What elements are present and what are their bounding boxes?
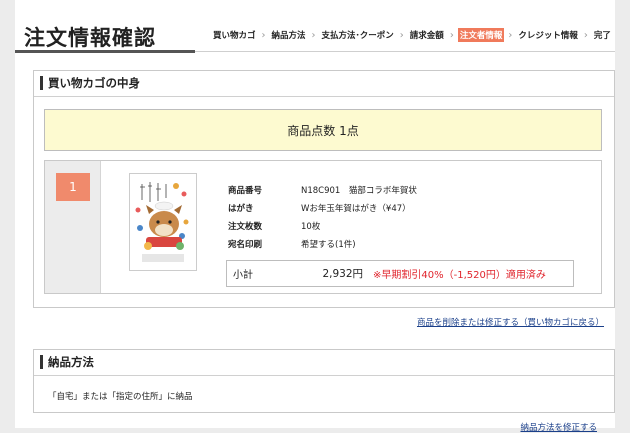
delivery-section-header: 納品方法 bbox=[34, 350, 614, 376]
header-rule bbox=[195, 51, 615, 52]
chevron-right-icon: › bbox=[311, 29, 316, 41]
detail-value: 10枚 bbox=[301, 222, 321, 232]
chevron-right-icon: › bbox=[261, 29, 266, 41]
detail-value: Wお年玉年賀はがき（¥47） bbox=[301, 204, 411, 214]
delivery-section-title: 納品方法 bbox=[48, 355, 94, 369]
detail-row-postcard: はがき Wお年玉年賀はがき（¥47） bbox=[228, 199, 417, 217]
item-number-badge: 1 bbox=[56, 173, 90, 201]
new-year-card-illustration bbox=[130, 174, 196, 270]
header-underline bbox=[15, 50, 195, 53]
subtotal-box: 小計 2,932円 ※早期割引40%（-1,520円）適用済み bbox=[226, 260, 574, 287]
cart-section: 買い物カゴの中身 商品点数 1点 1 商品番号 N18C901 猫部コラボ年賀状… bbox=[33, 70, 615, 308]
delivery-section: 納品方法 「自宅」または「指定の住所」に納品 bbox=[33, 349, 615, 413]
early-discount-note: ※早期割引40%（-1,520円）適用済み bbox=[373, 270, 546, 281]
chevron-right-icon: › bbox=[449, 29, 454, 41]
detail-label: はがき bbox=[228, 204, 254, 214]
chevron-right-icon: › bbox=[399, 29, 404, 41]
cart-section-header: 買い物カゴの中身 bbox=[34, 71, 614, 97]
detail-row-address-printing: 宛名印刷 希望する(1件) bbox=[228, 235, 417, 253]
detail-row-product-code: 商品番号 N18C901 猫部コラボ年賀状 bbox=[228, 181, 417, 199]
section-marker bbox=[40, 355, 43, 369]
edit-cart-link[interactable]: 商品を削除または修正する（買い物カゴに戻る） bbox=[417, 316, 604, 328]
cart-section-title: 買い物カゴの中身 bbox=[48, 76, 140, 90]
detail-label: 注文枚数 bbox=[228, 222, 263, 232]
step-orderer-info: 注文者情報 bbox=[457, 28, 505, 42]
page-title: 注文情報確認 bbox=[24, 26, 156, 50]
step-complete: 完了 bbox=[593, 31, 611, 41]
header: 注文情報確認 買い物カゴ › 納品方法 › 支払方法･クーポン › 請求金額 ›… bbox=[15, 14, 615, 54]
item-details: 商品番号 N18C901 猫部コラボ年賀状 はがき Wお年玉年賀はがき（¥47）… bbox=[228, 181, 417, 253]
section-marker bbox=[40, 76, 43, 90]
step-credit: クレジット情報 bbox=[518, 31, 578, 41]
detail-value: 希望する(1件) bbox=[301, 240, 356, 250]
step-payment: 支払方法･クーポン bbox=[321, 31, 394, 41]
detail-label: 宛名印刷 bbox=[228, 240, 263, 250]
detail-value: N18C901 猫部コラボ年賀状 bbox=[301, 186, 417, 196]
edit-delivery-link[interactable]: 納品方法を修正する bbox=[520, 421, 597, 433]
step-billing: 請求金額 bbox=[409, 31, 444, 41]
chevron-right-icon: › bbox=[583, 29, 588, 41]
chevron-right-icon: › bbox=[508, 29, 513, 41]
detail-label: 商品番号 bbox=[228, 186, 263, 196]
subtotal-amount: 2,932円 bbox=[322, 268, 363, 280]
delivery-method-text: 「自宅」または「指定の住所」に納品 bbox=[48, 392, 193, 402]
step-delivery: 納品方法 bbox=[271, 31, 306, 41]
item-count-banner: 商品点数 1点 bbox=[44, 109, 602, 151]
subtotal-label: 小計 bbox=[233, 270, 253, 281]
detail-row-quantity: 注文枚数 10枚 bbox=[228, 217, 417, 235]
cart-item: 1 商品番号 N18C901 猫部コラボ年賀状 はがき Wお年玉年賀はがき（¥4… bbox=[44, 160, 602, 294]
item-number-column: 1 bbox=[45, 161, 101, 293]
page: 注文情報確認 買い物カゴ › 納品方法 › 支払方法･クーポン › 請求金額 ›… bbox=[15, 0, 615, 433]
step-cart: 買い物カゴ bbox=[213, 31, 256, 41]
product-thumbnail bbox=[129, 173, 197, 271]
progress-steps: 買い物カゴ › 納品方法 › 支払方法･クーポン › 請求金額 › 注文者情報 … bbox=[211, 28, 613, 42]
